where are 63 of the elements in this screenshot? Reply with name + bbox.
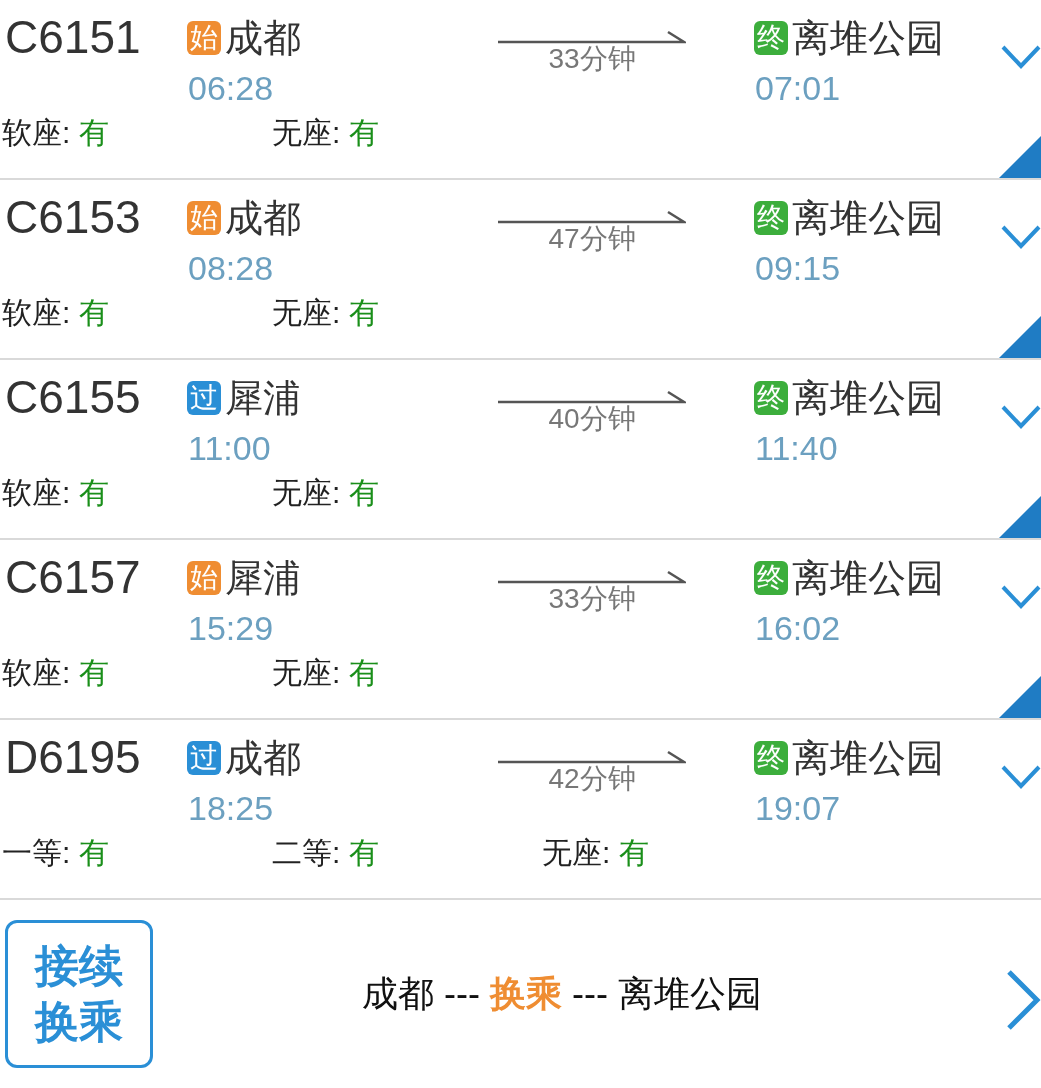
station-name: 犀浦: [225, 376, 301, 420]
duration-label: 42分钟: [548, 763, 636, 794]
station-name: 离堆公园: [792, 556, 944, 600]
station-name: 离堆公园: [792, 376, 944, 420]
duration-label: 33分钟: [548, 583, 636, 614]
seat-availability: 无座: 有: [272, 115, 380, 151]
time-label: 19:07: [755, 788, 842, 828]
station-name: 离堆公园: [792, 196, 944, 240]
station-badge: 过: [187, 741, 221, 775]
corner-tag-icon: [999, 136, 1041, 178]
chevron-down-icon[interactable]: [1001, 224, 1041, 250]
chevron-right-icon[interactable]: [1005, 970, 1041, 1030]
station-badge: 始: [187, 561, 221, 595]
station-name: 成都: [225, 16, 301, 60]
seat-availability: 一等: 有: [2, 835, 110, 871]
station-badge: 过: [187, 381, 221, 415]
station-name: 犀浦: [225, 556, 301, 600]
station-name: 离堆公园: [792, 16, 944, 60]
chevron-down-icon[interactable]: [1001, 44, 1041, 70]
chevron-down-icon[interactable]: [1001, 764, 1041, 790]
seat-availability: 无座: 有: [272, 655, 380, 691]
train-number: C6157: [5, 551, 141, 603]
time-label: 16:02: [755, 608, 842, 648]
time-label: 11:40: [755, 428, 839, 468]
station-name: 离堆公园: [792, 736, 944, 780]
seat-availability: 软座: 有: [2, 475, 110, 511]
route-text: 成都 --- 换乘 --- 离堆公园: [361, 971, 763, 1016]
duration-label: 33分钟: [548, 43, 636, 74]
time-label: 06:28: [188, 68, 275, 108]
station-badge: 始: [187, 201, 221, 235]
chevron-down-icon[interactable]: [1001, 584, 1041, 610]
duration-label: 47分钟: [548, 223, 636, 254]
station-badge: 终: [754, 21, 788, 55]
corner-tag-icon: [999, 676, 1041, 718]
train-number: C6153: [5, 191, 141, 243]
time-label: 07:01: [755, 68, 842, 108]
train-number: D6195: [5, 731, 141, 783]
time-label: 09:15: [755, 248, 842, 288]
station-name: 成都: [225, 196, 301, 240]
station-badge: 终: [754, 741, 788, 775]
seat-availability: 无座: 有: [272, 475, 380, 511]
station-badge: 终: [754, 561, 788, 595]
time-label: 18:25: [188, 788, 275, 828]
station-badge: 终: [754, 201, 788, 235]
train-number: C6151: [5, 11, 141, 63]
seat-availability: 软座: 有: [2, 295, 110, 331]
seat-availability: 无座: 有: [542, 835, 650, 871]
station-badge: 终: [754, 381, 788, 415]
train-number: C6155: [5, 371, 141, 423]
duration-label: 40分钟: [548, 403, 636, 434]
corner-tag-icon: [999, 316, 1041, 358]
seat-availability: 软座: 有: [2, 655, 110, 691]
time-label: 15:29: [188, 608, 275, 648]
seat-availability: 无座: 有: [272, 295, 380, 331]
corner-tag-icon: [999, 496, 1041, 538]
seat-availability: 软座: 有: [2, 115, 110, 151]
transfer-button[interactable]: 接续换乘: [5, 920, 153, 1068]
seat-availability: 二等: 有: [272, 835, 380, 871]
time-label: 11:00: [188, 428, 272, 468]
time-label: 08:28: [188, 248, 275, 288]
station-badge: 始: [187, 21, 221, 55]
station-name: 成都: [225, 736, 301, 780]
chevron-down-icon[interactable]: [1001, 404, 1041, 430]
